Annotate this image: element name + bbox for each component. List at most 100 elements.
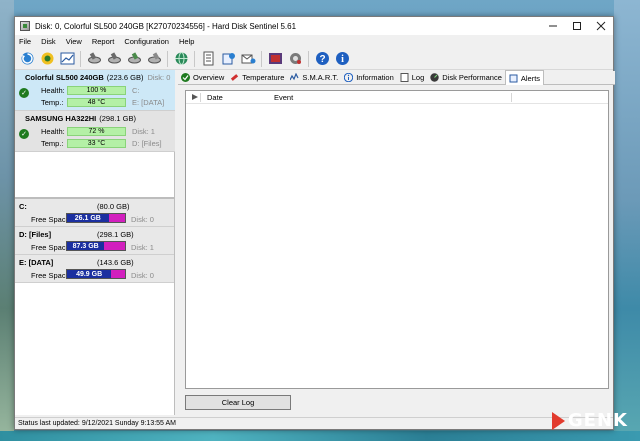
globe-button[interactable] [172,50,190,68]
disk-item-1[interactable]: SAMSUNG HA322HI (298.1 GB) Health: 72 % … [15,111,175,152]
disk-header: Colorful SL500 240GB (223.6 GB) Disk: 0 [15,70,175,84]
settings-button[interactable] [286,50,304,68]
volume-disk: Disk: 1 [131,243,154,252]
volume-disk: Disk: 0 [131,215,154,224]
info-button[interactable]: i [333,50,351,68]
desktop-background-right [614,0,640,441]
column-divider [511,93,512,102]
tab-log[interactable]: Log [397,71,428,85]
tab-alerts[interactable]: Alerts [504,70,545,85]
health-row: Health: 100 % C: [15,84,175,96]
chart-button[interactable] [58,50,76,68]
free-space-value: 87.3 GB [67,242,105,250]
status-bar: Status last updated: 9/12/2021 Sunday 9:… [15,417,613,429]
chart-icon [60,52,74,65]
alerts-log-table[interactable]: Date Event [185,90,609,389]
info-icon [344,73,354,82]
alert-mail-button[interactable] [239,50,257,68]
free-space-label: Free Space [31,243,70,252]
tab-overview[interactable]: Overview [178,71,227,85]
menu-configuration[interactable]: Configuration [124,37,169,46]
title-bar: Disk: 0, Colorful SL500 240GB [K27070234… [15,17,613,35]
menu-report[interactable]: Report [92,37,115,46]
svg-text:i: i [341,54,344,65]
column-event[interactable]: Event [274,93,293,102]
volume-name: C: [19,202,27,211]
performance-icon [430,73,439,82]
watermark-arrow-icon [551,411,565,430]
tab-temperature[interactable]: Temperature [227,71,287,85]
tab-label: S.M.A.R.T. [302,73,339,82]
health-label: Health: [41,85,65,95]
drive-letter: E: [DATA] [132,97,165,107]
volume-item-c[interactable]: C: (80.0 GB) Free Space 26.1 GB Disk: 0 [15,199,174,227]
menu-disk[interactable]: Disk [41,37,56,46]
app-icon [20,21,30,31]
volume-disk: Disk: 0 [131,271,154,280]
column-divider [200,93,201,102]
health-bar: 72 % [67,126,126,136]
volume-item-e[interactable]: E: [DATA] (143.6 GB) Free Space 49.9 GB … [15,255,174,283]
disk-repair-icon [127,52,141,64]
menu-file[interactable]: File [19,37,31,46]
volume-size: (80.0 GB) [97,202,130,211]
warning-icon [41,52,53,65]
minimize-button[interactable] [541,17,565,35]
globe-icon [175,52,187,65]
column-date[interactable]: Date [207,93,223,102]
help-button[interactable]: ? [313,50,331,68]
toolbar-separator [308,50,309,67]
disk-header: SAMSUNG HA322HI (298.1 GB) [15,111,175,125]
tab-disk-performance[interactable]: Disk Performance [427,71,505,85]
refresh-button[interactable] [18,50,36,68]
warning-button[interactable] [38,50,56,68]
info-icon: i [335,52,349,65]
disk-check-button[interactable] [85,50,103,68]
disk-size: (298.1 GB) [99,113,136,123]
tab-information[interactable]: Information [341,71,397,85]
temperature-label: Temp.: [41,138,64,148]
maximize-button[interactable] [565,17,589,35]
tasks-icon [268,53,282,64]
free-space-bar: 87.3 GB [66,241,126,251]
smart-icon [290,73,299,82]
disk-list-panel: Colorful SL500 240GB (223.6 GB) Disk: 0 … [15,70,175,415]
toolbar-separator [194,50,195,67]
disk-test-icon [107,52,121,64]
temperature-row: Temp.: 33 °C D: [Files] [15,137,175,149]
free-space-bar: 49.9 GB [66,269,126,279]
menu-view[interactable]: View [66,37,82,46]
close-button[interactable] [589,17,613,35]
toolbar-separator [167,50,168,67]
volume-name: D: [Files] [19,230,52,239]
disk-wipe-icon [147,52,161,64]
health-row: Health: 72 % Disk: 1 [15,125,175,137]
tab-smart[interactable]: S.M.A.R.T. [287,71,341,85]
used-space-fill [104,242,125,250]
sort-icon [192,94,198,100]
alerts-icon [509,74,518,83]
alert-mail-icon [241,54,255,64]
volume-item-d[interactable]: D: [Files] (298.1 GB) Free Space 87.3 GB… [15,227,174,255]
disk-wipe-button[interactable] [145,50,163,68]
disk-name: SAMSUNG HA322HI [25,113,97,123]
help-icon: ? [315,52,329,65]
report-button[interactable] [199,50,217,68]
tab-label: Disk Performance [442,73,502,82]
disk-name: Colorful SL500 240GB [25,72,104,82]
tab-label: Alerts [520,73,541,83]
refresh-icon [21,52,33,65]
toolbar-separator [80,50,81,67]
volume-size: (143.6 GB) [97,258,134,267]
tasks-button[interactable] [266,50,284,68]
tab-label: Information [356,73,394,82]
volume-name: E: [DATA] [19,258,54,267]
clear-log-button[interactable]: Clear Log [185,395,291,410]
menu-bar: File Disk View Report Configuration Help [15,35,613,48]
disk-repair-button[interactable] [125,50,143,68]
temperature-bar: 48 °C [67,97,126,107]
menu-help[interactable]: Help [179,37,194,46]
send-report-button[interactable] [219,50,237,68]
disk-test-button[interactable] [105,50,123,68]
disk-item-0[interactable]: Colorful SL500 240GB (223.6 GB) Disk: 0 … [15,70,175,111]
